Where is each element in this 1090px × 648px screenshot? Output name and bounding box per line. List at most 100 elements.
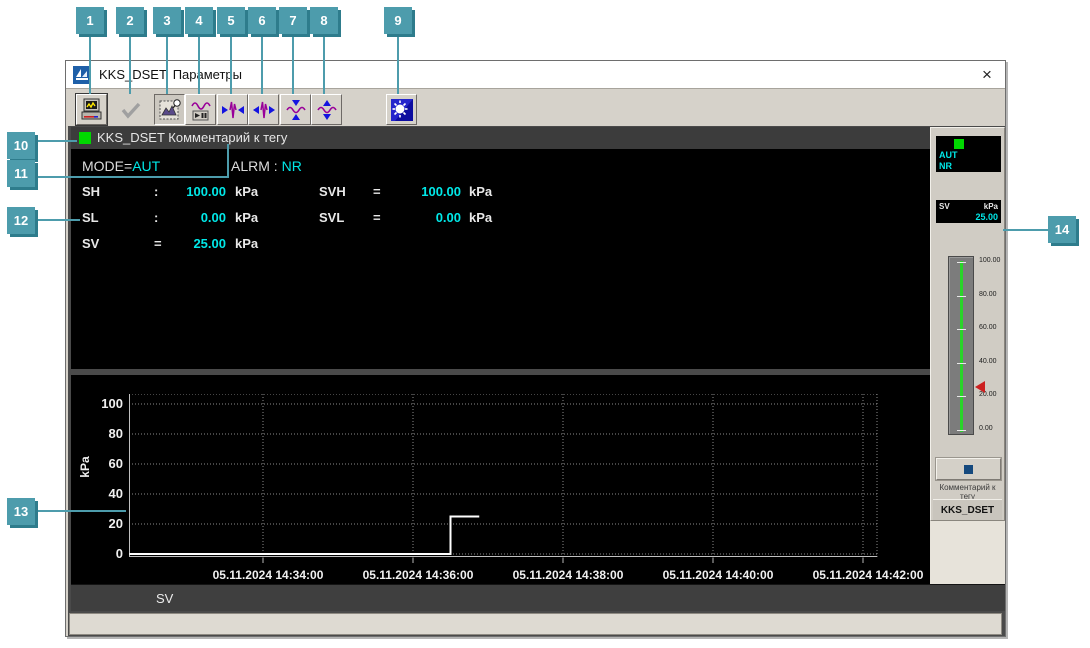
y-tick-label: 40: [108, 486, 123, 501]
screenshot-root: { "callouts": { "items": ["1","2","3","4…: [0, 0, 1090, 648]
param-unit: kPa: [469, 184, 493, 199]
param-label: SV: [82, 236, 100, 251]
y-tick-label: 20: [108, 516, 123, 531]
snapshot-icon: [159, 98, 181, 119]
param-value: 100.00: [421, 184, 461, 199]
pause-trend-button[interactable]: [185, 94, 216, 125]
param-unit: kPa: [469, 210, 493, 225]
callout-4[interactable]: 4: [185, 7, 213, 34]
x-tick-label: 05.11.2024 14:38:00: [512, 568, 624, 582]
trend-chart-panel: kPa 100 80 60 40 20 0 05.11.2024 14:34:0…: [71, 375, 931, 584]
callout-5-label: 5: [227, 13, 235, 28]
callout-13-label: 13: [13, 504, 29, 519]
stop-square-icon: [964, 464, 973, 474]
callout-12-line: [35, 219, 80, 221]
callout-4-line: [198, 34, 200, 94]
callout-2[interactable]: 2: [116, 7, 144, 34]
accept-button[interactable]: [115, 94, 146, 125]
callout-14-label: 14: [1054, 222, 1070, 237]
callout-14-line: [1003, 229, 1048, 231]
param-unit: kPa: [235, 210, 259, 225]
gauge-scale-label: 0.00: [979, 425, 993, 432]
compress-time-button[interactable]: [217, 94, 248, 125]
faceplate-tag-name: KKS_DSET: [933, 499, 1002, 520]
callout-7[interactable]: 7: [279, 7, 307, 34]
callout-9-label: 9: [394, 13, 402, 28]
callout-14[interactable]: 14: [1048, 216, 1076, 243]
gauge-tick: [957, 296, 966, 297]
mode-field: MODE=AUT: [82, 158, 160, 174]
gauge-track: [948, 256, 974, 435]
expand-time-icon: [252, 101, 275, 118]
x-tick-label: 05.11.2024 14:42:00: [812, 568, 924, 582]
snapshot-button[interactable]: [154, 94, 185, 125]
callout-3[interactable]: 3: [153, 7, 181, 34]
callout-9-line: [397, 34, 399, 94]
gauge-tick: [957, 363, 966, 364]
y-tick-label: 60: [108, 456, 123, 471]
alarm-label: ALRM :: [231, 158, 278, 174]
print-screen-button[interactable]: [75, 93, 108, 126]
window-title: KKS_DSET. Параметры: [99, 67, 242, 82]
toolbar: [66, 89, 1005, 126]
trend-plot-area[interactable]: [129, 394, 879, 566]
callout-10[interactable]: 10: [7, 132, 35, 159]
expand-scale-button[interactable]: [311, 94, 342, 125]
param-value: 0.00: [200, 210, 226, 225]
faceplate-value-box: SV kPa 25.00: [936, 200, 1001, 223]
callout-11[interactable]: 11: [7, 160, 35, 187]
gauge-scale-label: 80.00: [979, 291, 997, 298]
callout-6-label: 6: [258, 13, 266, 28]
gauge-tick: [957, 396, 966, 397]
contrast-button[interactable]: [386, 94, 417, 125]
callout-12-label: 12: [13, 213, 29, 228]
status-bar: [69, 613, 1002, 635]
callout-6[interactable]: 6: [248, 7, 276, 34]
alarm-value: NR: [281, 158, 302, 174]
callout-12[interactable]: 12: [7, 207, 35, 234]
callout-1-label: 1: [86, 13, 94, 28]
pause-trend-icon: [190, 101, 211, 120]
callout-7-line: [292, 34, 294, 94]
compress-scale-icon: [285, 99, 306, 120]
param-separator: =: [373, 210, 381, 225]
x-tick-label: 05.11.2024 14:34:00: [212, 568, 324, 582]
y-tick-label: 80: [108, 426, 123, 441]
callout-5[interactable]: 5: [217, 7, 245, 34]
gauge-tick: [957, 329, 966, 330]
callout-8-label: 8: [320, 13, 328, 28]
y-tick-label: 0: [115, 546, 123, 561]
tag-parameters-panel: KKS_DSET Комментарий к тегу MODE=AUT ALR…: [71, 127, 931, 369]
x-tick-label: 05.11.2024 14:40:00: [662, 568, 774, 582]
callout-9[interactable]: 9: [384, 7, 412, 34]
setpoint-marker-icon: [975, 381, 985, 393]
tag-header-bar: KKS_DSET Комментарий к тегу: [71, 127, 931, 149]
callout-5-line: [230, 34, 232, 94]
y-tick-label: 100: [101, 396, 123, 411]
callout-13[interactable]: 13: [7, 498, 35, 525]
legend-series-label[interactable]: SV: [156, 591, 173, 606]
callout-8-line: [323, 34, 325, 94]
expand-time-button[interactable]: [248, 94, 279, 125]
callout-2-label: 2: [126, 13, 134, 28]
compress-scale-button[interactable]: [280, 94, 311, 125]
callout-1-line: [89, 34, 91, 94]
x-tick-label: 05.11.2024 14:36:00: [362, 568, 474, 582]
callout-13-line: [35, 510, 126, 512]
faceplate-stop-button[interactable]: [935, 457, 1002, 481]
gauge-tick: [957, 262, 966, 263]
param-separator: =: [373, 184, 381, 199]
tag-header-text: KKS_DSET Комментарий к тегу: [97, 130, 288, 145]
callout-11-label: 11: [14, 166, 28, 181]
compress-time-icon: [221, 101, 244, 118]
mode-value: AUT: [132, 158, 161, 174]
contrast-icon: [390, 98, 413, 121]
gauge-scale-label: 60.00: [979, 324, 997, 331]
close-icon[interactable]: ×: [977, 65, 997, 85]
param-value: 100.00: [186, 184, 226, 199]
param-value: 0.00: [435, 210, 461, 225]
faceplate-status-indicator: [954, 139, 964, 149]
callout-1[interactable]: 1: [76, 7, 104, 34]
callout-8[interactable]: 8: [310, 7, 338, 34]
expand-scale-icon: [316, 99, 337, 120]
